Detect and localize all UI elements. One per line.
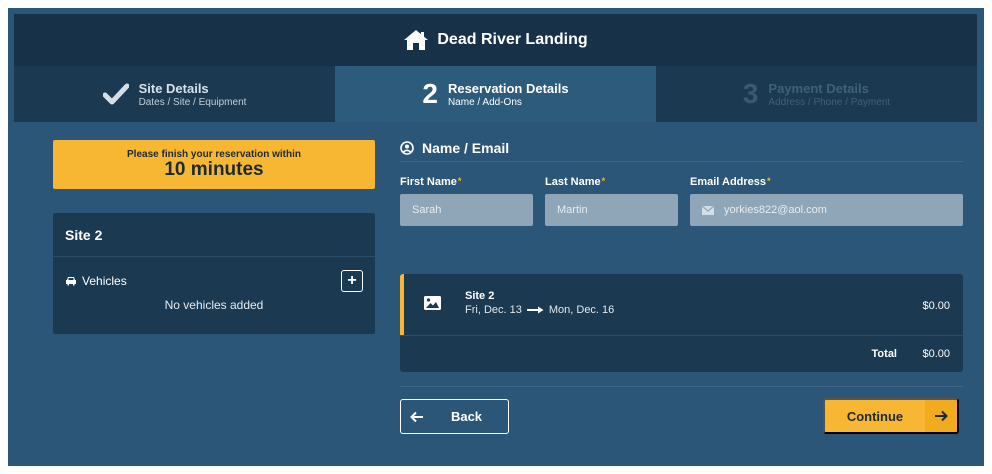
total-value: $0.00 [922,348,950,360]
summary-site-name: Site 2 [465,290,495,302]
step-title: Payment Details [768,80,869,96]
summary-accent-bar [400,274,404,335]
step-reservation-details: 2 Reservation Details Name / Add-Ons [335,66,656,122]
back-button[interactable]: Back [400,399,509,434]
vehicles-row: Vehicles + [53,270,375,292]
home-icon [404,30,429,50]
step-subtitle: Address / Phone / Payment [768,96,891,108]
car-icon [66,277,76,286]
campground-title: Dead River Landing [437,31,588,48]
date-from: Fri, Dec. 13 [465,304,522,316]
arrow-right-icon [925,400,957,432]
no-vehicles-message: No vehicles added [164,298,264,312]
arrow-left-icon [401,411,433,423]
first-name-label-text: First Name [400,176,457,188]
step-title: Site Details [138,80,209,96]
continue-button[interactable]: Continue [823,398,959,434]
first-name-field[interactable]: Sarah [400,194,533,226]
check-icon [102,83,129,105]
last-name-label-text: Last Name [545,176,601,188]
summary-divider [400,335,963,336]
first-name-value: Sarah [412,204,442,216]
last-name-field[interactable]: Martin [545,194,678,226]
total-label: Total [871,348,897,360]
required-marker: * [601,176,606,186]
required-marker: * [767,176,771,186]
site-card-title: Site 2 [53,213,375,257]
email-value: yorkies822@aol.com [724,204,827,216]
reservation-summary: Site 2 Fri, Dec. 13 Mon, Dec. 16 $0.00 T… [400,274,963,372]
vehicles-label: Vehicles [82,274,127,288]
email-label: Email Address* [690,176,771,188]
summary-dates: Fri, Dec. 13 Mon, Dec. 16 [465,304,614,316]
back-label: Back [450,409,483,424]
section-divider [400,161,963,162]
continue-label: Continue [846,408,904,424]
site-header: Dead River Landing [14,14,977,66]
timer-value: 10 minutes [164,159,264,180]
user-circle-icon [400,141,414,155]
email-field[interactable]: yorkies822@aol.com [690,194,963,226]
envelope-icon [702,205,714,215]
step-number: 3 [742,78,759,109]
step-payment-details: 3 Payment Details Address / Phone / Paym… [656,66,977,122]
first-name-label: First Name* [400,176,461,188]
name-email-section-title: Name / Email [400,140,509,156]
last-name-value: Martin [557,204,588,216]
site-card: Site 2 Vehicles + No vehicles added [53,213,375,334]
email-label-text: Email Address [690,176,767,188]
last-name-label: Last Name* [545,176,605,188]
actions-divider [400,386,963,387]
arrow-right-icon [526,306,544,314]
required-marker: * [457,176,462,186]
image-icon [424,296,441,310]
step-subtitle: Dates / Site / Equipment [138,96,247,108]
site-price: $0.00 [922,300,950,312]
vehicles-heading: Vehicles [65,274,127,288]
section-title-text: Name / Email [422,140,510,156]
step-progress: Site Details Dates / Site / Equipment 2 … [14,66,977,122]
reservation-timer: Please finish your reservation within 10… [53,140,375,189]
date-to: Mon, Dec. 16 [548,304,615,316]
step-title: Reservation Details [447,80,569,96]
step-site-details[interactable]: Site Details Dates / Site / Equipment [14,66,335,122]
add-vehicle-button[interactable]: + [341,270,363,292]
step-number: 2 [422,78,438,109]
step-subtitle: Name / Add-Ons [447,96,522,108]
